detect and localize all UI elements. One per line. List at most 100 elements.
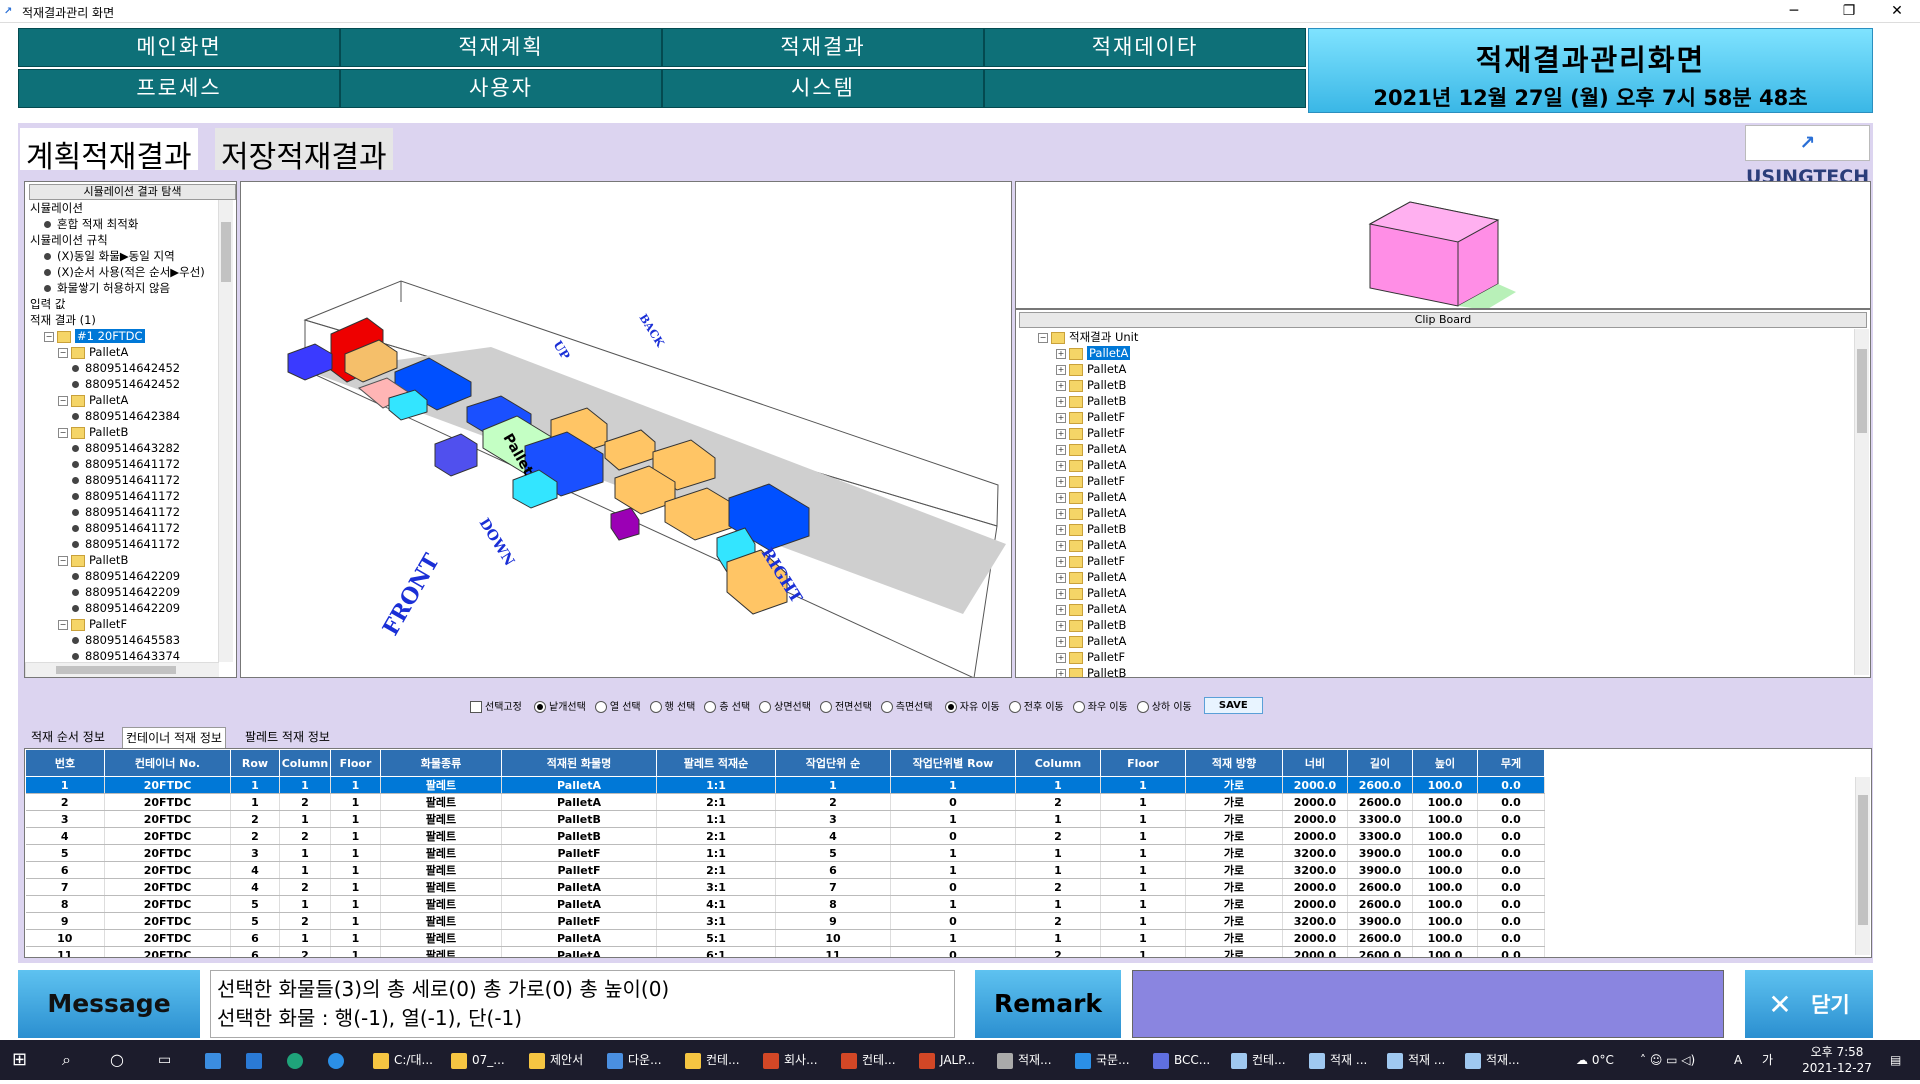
tree-node[interactable]: 8809514642209 [28, 584, 233, 600]
clipboard-item[interactable]: + PalletA [1020, 441, 1138, 457]
checkbox-icon[interactable] [470, 701, 482, 713]
select-radio-1[interactable]: 열 선택 [594, 698, 641, 713]
tree-node[interactable]: 8809514641172 [28, 536, 233, 552]
nav-plan[interactable]: 적재계획 [340, 28, 662, 67]
move-radio-2[interactable]: 좌우 이동 [1072, 698, 1128, 713]
tree-node[interactable]: − #1 20FTDC [28, 328, 233, 344]
tree-scroll-thumb[interactable] [221, 222, 231, 282]
cargo-box-blue[interactable] [434, 433, 478, 477]
tree-node[interactable]: 8809514643282 [28, 440, 233, 456]
cortana-circle-icon[interactable]: ○ [110, 1040, 124, 1080]
nav-system[interactable]: 시스템 [662, 69, 984, 108]
tree-node[interactable]: 8809514642384 [28, 408, 233, 424]
tree-node[interactable]: 혼합 적재 최적화 [28, 216, 233, 232]
select-radio-0[interactable]: 낱개선택 [534, 698, 586, 713]
clipboard-item[interactable]: + PalletA [1020, 489, 1138, 505]
ie-icon[interactable] [328, 1040, 349, 1080]
radio-icon[interactable] [759, 701, 772, 713]
expand-icon[interactable]: + [1056, 508, 1066, 519]
radio-icon[interactable] [1008, 701, 1021, 713]
radio-icon[interactable] [944, 701, 957, 713]
edge-icon[interactable] [287, 1040, 308, 1080]
tree-node[interactable]: − PalletF [28, 616, 233, 632]
clipboard-item[interactable]: + PalletF [1020, 649, 1138, 665]
table-vscrollbar[interactable] [1855, 777, 1870, 955]
move-radio-1[interactable]: 전후 이동 [1008, 698, 1064, 713]
nav-data[interactable]: 적재데이타 [984, 28, 1306, 67]
tree-node[interactable]: 8809514642452 [28, 376, 233, 392]
table-scroll-thumb[interactable] [1858, 795, 1868, 925]
column-header[interactable]: 너비 [1282, 749, 1348, 777]
clipboard-scroll-thumb[interactable] [1857, 349, 1867, 433]
clipboard-item[interactable]: + PalletB [1020, 665, 1138, 677]
collapse-icon[interactable]: − [58, 427, 68, 438]
clipboard-item[interactable]: + PalletA [1020, 505, 1138, 521]
cargo-preview-view[interactable] [1015, 181, 1871, 309]
window-close-button[interactable]: ✕ [1874, 0, 1920, 22]
column-header[interactable]: 작업단위 순 [775, 749, 891, 777]
table-row[interactable]: 3 20FTDC 2 1 1 팔레트 PalletB 1:1 3 1 1 1 가로 2000.0 3300.… [25, 810, 1545, 828]
clipboard-item[interactable]: + PalletA [1020, 601, 1138, 617]
select-radio-3[interactable]: 층 선택 [704, 698, 750, 713]
ime-indicator[interactable]: 가 [1762, 1040, 1773, 1080]
taskbar-app[interactable]: 제안서 [529, 1040, 605, 1080]
taskbar-app[interactable]: 컨테... [1231, 1040, 1307, 1080]
search-icon[interactable]: ⌕ [62, 1040, 71, 1080]
column-header[interactable]: 팔레트 적재순 [656, 749, 776, 777]
clipboard-item[interactable]: + PalletF [1020, 553, 1138, 569]
clipboard-item[interactable]: + PalletA [1020, 345, 1138, 361]
column-header[interactable]: 적재 방향 [1185, 749, 1283, 777]
table-row[interactable]: 9 20FTDC 5 2 1 팔레트 PalletF 3:1 9 0 2 1 가로 3200.0 3900.… [25, 912, 1545, 930]
expand-icon[interactable]: + [1056, 460, 1066, 471]
container-3d-view[interactable]: Pallet FRONT DOWN UP BACK RIGHT [240, 181, 1012, 678]
taskbar-app[interactable]: 07_... [451, 1040, 527, 1080]
radio-icon[interactable] [880, 701, 893, 713]
tray-icons[interactable]: ˄ ☺ ▭ ◁) [1640, 1040, 1695, 1080]
table-row[interactable]: 2 20FTDC 1 2 1 팔레트 PalletA 2:1 2 0 2 1 가로 2000.0 2600.… [25, 793, 1545, 811]
maximize-button[interactable]: ❐ [1826, 0, 1872, 22]
fix-selection-checkbox[interactable]: 선택고정 [470, 698, 522, 713]
tab-stored-result[interactable]: 저장적재결과 [215, 128, 393, 175]
start-windows-icon[interactable]: ⊞ [12, 1040, 27, 1080]
expand-icon[interactable]: + [1056, 588, 1066, 599]
clipboard-root[interactable]: − 적재결과 Unit [1020, 329, 1138, 345]
select-radio-6[interactable]: 측면선택 [880, 698, 933, 713]
taskbar-app[interactable]: 컨테... [685, 1040, 761, 1080]
clipboard-item[interactable]: + PalletB [1020, 377, 1138, 393]
table-row[interactable]: 1 20FTDC 1 1 1 팔레트 PalletA 1:1 1 1 1 1 가로 2000.0 2600.… [25, 776, 1545, 794]
column-header[interactable]: Row [230, 749, 280, 777]
clipboard-item[interactable]: + PalletA [1020, 633, 1138, 649]
radio-icon[interactable] [704, 701, 717, 713]
tree-node[interactable]: − PalletB [28, 552, 233, 568]
tree-node[interactable]: 8809514641172 [28, 520, 233, 536]
tab-plan-result[interactable]: 계획적재결과 [20, 128, 198, 175]
clipboard-item[interactable]: + PalletF [1020, 425, 1138, 441]
table-row[interactable]: 10 20FTDC 6 1 1 팔레트 PalletA 5:1 10 1 1 1 가로 2000.0 260… [25, 929, 1545, 947]
radio-icon[interactable] [534, 701, 546, 713]
taskbar-app[interactable]: 다운... [607, 1040, 683, 1080]
taskbar-app[interactable]: BCC... [1153, 1040, 1229, 1080]
column-header[interactable]: Column [1015, 749, 1101, 777]
column-header[interactable]: 높이 [1412, 749, 1478, 777]
tree-node[interactable]: 8809514641172 [28, 456, 233, 472]
message-button[interactable]: Message [18, 970, 200, 1038]
clock[interactable]: 오후 7:58 2021-12-27 [1800, 1040, 1874, 1084]
tab-load-order-info[interactable]: 적재 순서 정보 [28, 727, 108, 747]
expand-icon[interactable]: + [1056, 668, 1066, 677]
expand-icon[interactable]: + [1056, 380, 1066, 391]
tree-node[interactable]: 시뮬레이션 규칙 [28, 232, 233, 248]
clipboard-item[interactable]: + PalletB [1020, 393, 1138, 409]
radio-icon[interactable] [649, 701, 662, 713]
radio-icon[interactable] [819, 701, 832, 713]
clipboard-item[interactable]: + PalletA [1020, 585, 1138, 601]
nav-result[interactable]: 적재결과 [662, 28, 984, 67]
expand-icon[interactable]: + [1056, 540, 1066, 551]
expand-icon[interactable]: + [1056, 428, 1066, 439]
clipboard-item[interactable]: + PalletA [1020, 569, 1138, 585]
nav-main[interactable]: 메인화면 [18, 28, 340, 67]
tree-node[interactable]: − PalletA [28, 392, 233, 408]
tree-hscroll-thumb[interactable] [56, 666, 176, 674]
select-radio-2[interactable]: 행 선택 [649, 698, 695, 713]
radio-icon[interactable] [594, 701, 607, 713]
select-radio-4[interactable]: 상면선택 [759, 698, 811, 713]
